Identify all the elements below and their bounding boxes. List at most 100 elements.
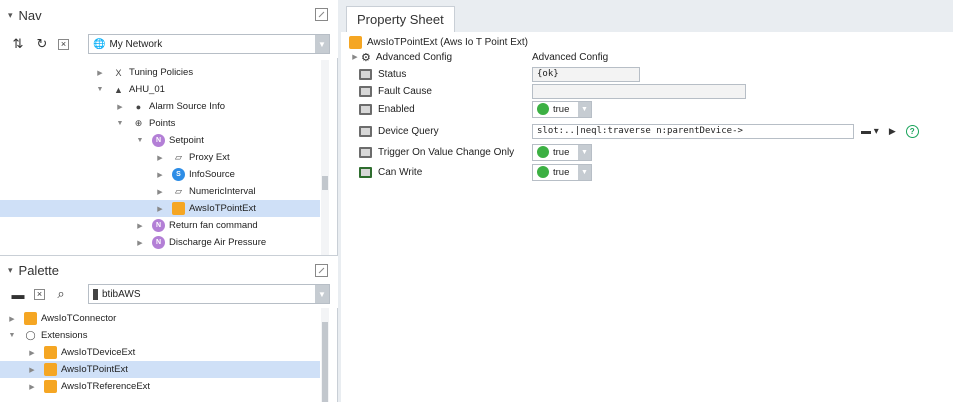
property-row[interactable]: Fault Cause: [341, 82, 953, 100]
tree-node[interactable]: ▶ X Tuning Policies: [0, 64, 320, 81]
tree-label: Tuning Policies: [129, 67, 194, 78]
palette-label: AwsIoTReferenceExt: [61, 381, 151, 392]
expand-arrow-icon[interactable]: ▶: [136, 222, 144, 230]
tab-property-sheet[interactable]: Property Sheet: [346, 6, 455, 32]
station-dropdown[interactable]: 🌐 My Network ▼: [88, 34, 330, 54]
tree-node[interactable]: ▶ ▱ NumericInterval: [0, 183, 320, 200]
tree-label: Discharge Air Pressure: [169, 237, 267, 248]
tree-node[interactable]: ▶ N Discharge Air Pressure: [0, 234, 320, 251]
tree-label: AHU_01: [129, 84, 165, 95]
module-label: btibAWS: [102, 288, 141, 300]
slot-icon: [359, 146, 372, 158]
nav-panel-header[interactable]: ▾ Nav: [0, 0, 338, 30]
refresh-icon[interactable]: ↻: [34, 36, 50, 52]
chevron-down-icon: ▼: [315, 285, 329, 303]
numeric-point-icon: N: [152, 236, 165, 249]
folder-icon[interactable]: ▬: [10, 286, 26, 302]
sync-icon[interactable]: ⇅: [10, 36, 26, 52]
expand-arrow-icon[interactable]: ▶: [156, 154, 164, 162]
property-row[interactable]: Can Write true ▼: [341, 163, 953, 181]
collapse-arrow-icon[interactable]: ▼: [96, 86, 104, 93]
tree-node[interactable]: ▼ ⊕ Points: [0, 115, 320, 132]
palette-node[interactable]: ▼ ◯ Extensions: [0, 327, 320, 344]
collapse-arrow-icon[interactable]: ▼: [116, 120, 124, 127]
tree-node[interactable]: ▼ ▲ AHU_01: [0, 81, 320, 98]
palette-scrollbar[interactable]: [321, 308, 329, 402]
palette-label: AwsIoTDeviceExt: [61, 347, 136, 358]
help-icon[interactable]: ?: [905, 124, 919, 138]
trigger-select[interactable]: true ▼: [532, 143, 592, 161]
close-icon[interactable]: ×: [58, 38, 69, 50]
tab-bar: Property Sheet: [341, 0, 953, 32]
chevron-down-icon: ▼: [578, 144, 591, 160]
device-query-input[interactable]: slot:..|neql:traverse n:parentDevice->: [532, 123, 854, 139]
expand-arrow-icon[interactable]: ▶: [156, 205, 164, 213]
close-icon[interactable]: ×: [34, 288, 45, 300]
property-row[interactable]: Device Query slot:..|neql:traverse n:par…: [341, 122, 953, 140]
expand-arrow-icon[interactable]: ▶: [28, 366, 36, 374]
tree-node[interactable]: ▶ ▱ Proxy Ext: [0, 149, 320, 166]
tree-node[interactable]: ▼ N Setpoint: [0, 132, 320, 149]
expand-arrow-icon[interactable]: ▶: [28, 383, 36, 391]
expand-arrow-icon[interactable]: ▶: [116, 103, 124, 111]
scroll-thumb[interactable]: [322, 322, 328, 402]
palette-node[interactable]: ▶ AwsIoTReferenceExt: [0, 378, 320, 395]
palette-toolbar: ▬ × ⌕ btibAWS ▼: [0, 280, 338, 308]
info-source-icon: S: [172, 168, 185, 181]
slot-icon: [359, 125, 372, 137]
chevron-down-icon: ▼: [578, 164, 591, 180]
property-name: Device Query: [378, 125, 439, 137]
tree-node-selected[interactable]: ▶ AwsIoTPointExt: [0, 200, 320, 217]
palette-label: AwsIoTConnector: [41, 313, 117, 324]
slot-icon: [359, 103, 372, 115]
points-icon: ⊕: [134, 118, 143, 128]
collapse-caret-icon[interactable]: ▾: [8, 10, 13, 21]
proxy-icon: ▱: [175, 152, 182, 162]
tree-node[interactable]: ▶ ● Alarm Source Info: [0, 98, 320, 115]
maximize-icon[interactable]: [315, 264, 328, 277]
component-title: AwsIoTPointExt (Aws Io T Point Ext): [367, 36, 528, 48]
chevron-down-icon: ▼: [578, 101, 591, 117]
can-write-select[interactable]: true ▼: [532, 163, 592, 181]
folder-icon[interactable]: ▬ ▾: [861, 126, 879, 137]
play-icon[interactable]: ▶: [889, 126, 896, 137]
collapse-arrow-icon[interactable]: ▼: [8, 332, 16, 339]
property-row[interactable]: Status {ok}: [341, 65, 953, 83]
enabled-select[interactable]: true ▼: [532, 100, 592, 118]
property-row[interactable]: Enabled true ▼: [341, 100, 953, 118]
property-name: Can Write: [378, 166, 423, 178]
palette-node[interactable]: ▶ AwsIoTDeviceExt: [0, 344, 320, 361]
module-dropdown[interactable]: btibAWS ▼: [88, 284, 330, 304]
nav-tree: ▶ X Tuning Policies ▼ ▲ AHU_01 ▶ ● Alarm…: [0, 60, 320, 255]
network-icon: 🌐: [93, 38, 106, 50]
expand-arrow-icon[interactable]: ▶: [351, 53, 359, 61]
expand-arrow-icon[interactable]: ▶: [156, 188, 164, 196]
status-dot-icon: [537, 103, 549, 115]
tree-label: AwsIoTPointExt: [189, 203, 256, 214]
tree-label: Return fan command: [169, 220, 258, 231]
maximize-icon[interactable]: [315, 8, 328, 21]
numeric-point-icon: N: [152, 134, 165, 147]
interval-icon: ▱: [175, 186, 182, 196]
tree-node[interactable]: ▶ S InfoSource: [0, 166, 320, 183]
collapse-caret-icon[interactable]: ▾: [8, 265, 13, 276]
property-name: Advanced Config: [375, 51, 453, 63]
status-dot-icon: [537, 146, 549, 158]
nav-scrollbar[interactable]: [321, 60, 329, 255]
expand-arrow-icon[interactable]: ▶: [96, 69, 104, 77]
expand-arrow-icon[interactable]: ▶: [156, 171, 164, 179]
expand-arrow-icon[interactable]: ▶: [8, 315, 16, 323]
palette-node-selected[interactable]: ▶ AwsIoTPointExt: [0, 361, 320, 378]
aws-extension-icon: [172, 202, 185, 215]
bool-label: true: [553, 166, 570, 178]
expand-arrow-icon[interactable]: ▶: [28, 349, 36, 357]
tree-node[interactable]: ▶ N Return fan command: [0, 217, 320, 234]
palette-node[interactable]: ▶ AwsIoTConnector: [0, 310, 320, 327]
scroll-thumb[interactable]: [322, 176, 328, 190]
expand-arrow-icon[interactable]: ▶: [136, 239, 144, 247]
property-row[interactable]: ▶ ⚙ Advanced Config Advanced Config: [341, 48, 953, 66]
palette-find-icon[interactable]: ⌕: [53, 286, 69, 302]
property-row[interactable]: Trigger On Value Change Only true ▼: [341, 143, 953, 161]
collapse-arrow-icon[interactable]: ▼: [136, 137, 144, 144]
config-gear-icon: ⚙: [361, 51, 371, 64]
